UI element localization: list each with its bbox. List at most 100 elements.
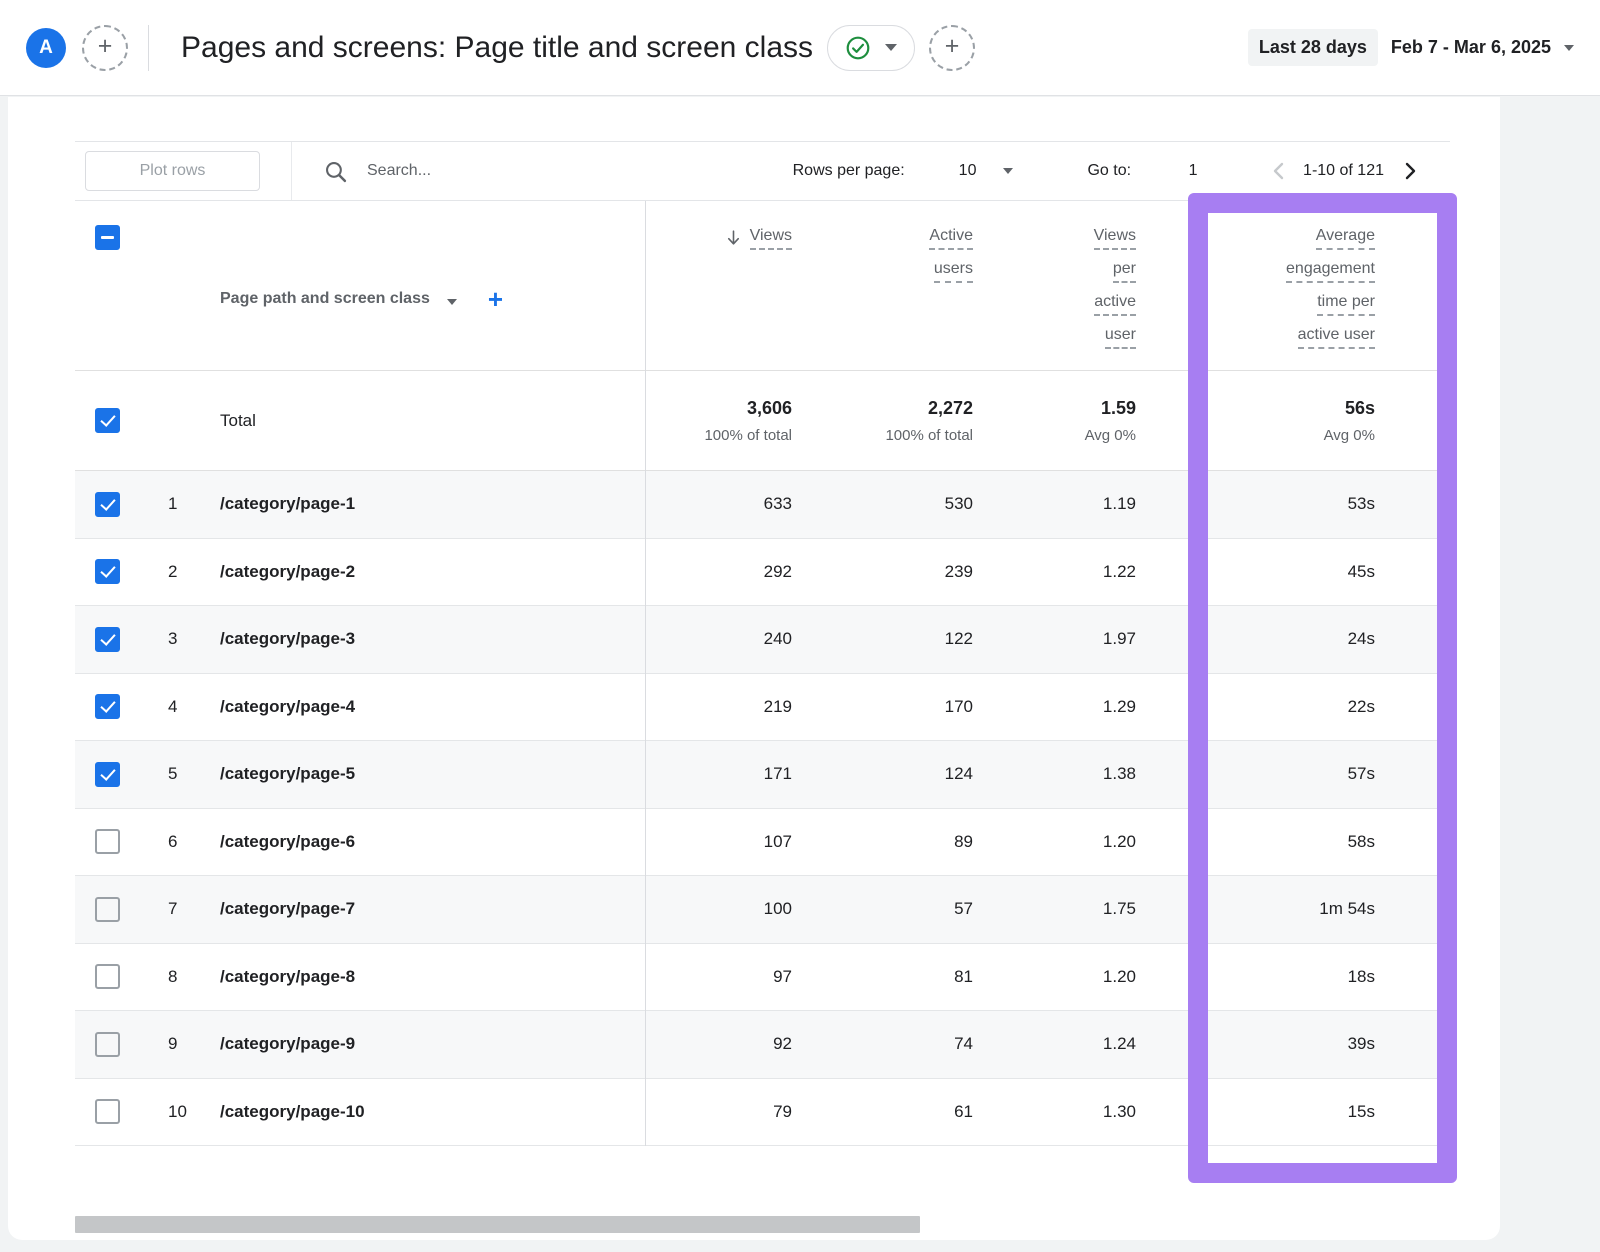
row-checkbox[interactable] — [95, 762, 120, 787]
sort-descending-icon — [724, 228, 743, 247]
date-caret-icon — [1564, 45, 1574, 51]
plot-rows-button[interactable]: Plot rows — [85, 151, 260, 191]
date-preset-chip[interactable]: Last 28 days — [1248, 29, 1378, 66]
row-active-users: 122 — [800, 629, 977, 649]
plus-icon: + — [98, 34, 113, 59]
dimension-caret-icon[interactable] — [447, 299, 457, 305]
table-row: 5 /category/page-5 171 124 1.38 57s — [75, 741, 1450, 809]
row-index: 2 — [140, 562, 203, 582]
pagination-range: 1-10 of 121 — [1303, 162, 1384, 180]
row-page-path: /category/page-1 — [203, 494, 645, 514]
plus-icon: + — [945, 34, 960, 59]
row-checkbox[interactable] — [95, 897, 120, 922]
row-index: 1 — [140, 494, 203, 514]
avatar-initial: A — [39, 37, 53, 59]
avatar[interactable]: A — [26, 28, 66, 68]
header-checkbox-cell — [75, 201, 140, 370]
column-header-avg-engagement-time[interactable]: Average engagement time per active user — [1140, 201, 1450, 370]
report-status-button[interactable] — [827, 25, 915, 71]
row-index: 3 — [140, 629, 203, 649]
rows-per-page-select[interactable]: 10 — [959, 162, 977, 180]
row-avg-engagement-time: 18s — [1140, 967, 1450, 987]
row-checkbox-cell — [75, 492, 140, 517]
row-page-path: /category/page-6 — [203, 832, 645, 852]
row-checkbox[interactable] — [95, 694, 120, 719]
row-checkbox[interactable] — [95, 1032, 120, 1057]
search-icon — [323, 159, 348, 184]
row-checkbox[interactable] — [95, 829, 120, 854]
chevron-down-icon — [885, 44, 897, 51]
row-index: 6 — [140, 832, 203, 852]
row-views: 97 — [645, 967, 800, 987]
total-avg-engagement-time: 56s Avg 0% — [1140, 398, 1450, 444]
row-index: 7 — [140, 899, 203, 919]
row-views: 292 — [645, 562, 800, 582]
table-row: 3 /category/page-3 240 122 1.97 24s — [75, 606, 1450, 674]
row-checkbox[interactable] — [95, 559, 120, 584]
header-divider — [148, 25, 149, 71]
row-views-per-active-user: 1.97 — [977, 629, 1140, 649]
table-row: 9 /category/page-9 92 74 1.24 39s — [75, 1011, 1450, 1079]
column-header-active-users[interactable]: Active users — [800, 201, 977, 370]
row-page-path: /category/page-2 — [203, 562, 645, 582]
column-header-views-per-active-user[interactable]: Views per active user — [977, 201, 1140, 370]
date-range-selector[interactable]: Last 28 days Feb 7 - Mar 6, 2025 — [1248, 29, 1574, 66]
next-page-button[interactable] — [1398, 159, 1422, 183]
row-page-path: /category/page-8 — [203, 967, 645, 987]
row-views: 219 — [645, 697, 800, 717]
row-active-users: 81 — [800, 967, 977, 987]
table-row: 1 /category/page-1 633 530 1.19 53s — [75, 471, 1450, 539]
total-views: 3,606 100% of total — [645, 398, 800, 444]
row-views-per-active-user: 1.22 — [977, 562, 1140, 582]
rows-per-page-label: Rows per page: — [793, 162, 905, 180]
toolbar-divider — [291, 142, 292, 200]
dimension-header-label[interactable]: Page path and screen class — [220, 290, 430, 308]
row-checkbox[interactable] — [95, 492, 120, 517]
row-views-per-active-user: 1.38 — [977, 764, 1140, 784]
total-active-users: 2,272 100% of total — [800, 398, 977, 444]
row-checkbox[interactable] — [95, 627, 120, 652]
row-checkbox[interactable] — [95, 964, 120, 989]
header-index-cell — [140, 201, 203, 370]
row-avg-engagement-time: 53s — [1140, 494, 1450, 514]
add-column-icon[interactable]: + — [488, 291, 503, 307]
check-circle-icon — [845, 35, 871, 61]
row-views-per-active-user: 1.30 — [977, 1102, 1140, 1122]
row-checkbox-cell — [75, 694, 140, 719]
row-checkbox-cell — [75, 829, 140, 854]
row-avg-engagement-time: 57s — [1140, 764, 1450, 784]
row-active-users: 170 — [800, 697, 977, 717]
add-comparison-button[interactable]: + — [82, 25, 128, 71]
date-range-value: Feb 7 - Mar 6, 2025 — [1391, 37, 1551, 58]
page-title: Pages and screens: Page title and screen… — [181, 31, 813, 65]
column-header-page-path[interactable]: Page path and screen class + — [203, 201, 708, 370]
row-active-users: 124 — [800, 764, 977, 784]
row-checkbox-cell — [75, 964, 140, 989]
total-row-checkbox[interactable] — [95, 408, 120, 433]
table-body: 1 /category/page-1 633 530 1.19 53s 2 /c… — [75, 471, 1450, 1146]
previous-page-button[interactable] — [1267, 159, 1291, 183]
table-row: 6 /category/page-6 107 89 1.20 58s — [75, 809, 1450, 877]
select-all-checkbox[interactable] — [95, 225, 120, 250]
row-active-users: 57 — [800, 899, 977, 919]
row-index: 10 — [140, 1102, 203, 1122]
row-checkbox[interactable] — [95, 1099, 120, 1124]
column-separator — [645, 201, 646, 1146]
total-views-per-active-user: 1.59 Avg 0% — [977, 398, 1140, 444]
search-input[interactable] — [365, 161, 599, 181]
row-checkbox-cell — [75, 897, 140, 922]
row-active-users: 74 — [800, 1034, 977, 1054]
total-row: Total 3,606 100% of total 2,272 100% of … — [75, 371, 1450, 471]
column-header-views[interactable]: Views — [708, 201, 800, 370]
row-page-path: /category/page-5 — [203, 764, 645, 784]
row-page-path: /category/page-3 — [203, 629, 645, 649]
goto-page-input[interactable] — [1171, 161, 1215, 181]
rows-per-page-caret-icon[interactable] — [1003, 168, 1013, 174]
row-page-path: /category/page-9 — [203, 1034, 645, 1054]
add-report-item-button[interactable]: + — [929, 25, 975, 71]
row-views-per-active-user: 1.75 — [977, 899, 1140, 919]
horizontal-scrollbar[interactable] — [75, 1216, 920, 1233]
row-avg-engagement-time: 1m 54s — [1140, 899, 1450, 919]
row-checkbox-cell — [75, 762, 140, 787]
table-row: 2 /category/page-2 292 239 1.22 45s — [75, 539, 1450, 607]
